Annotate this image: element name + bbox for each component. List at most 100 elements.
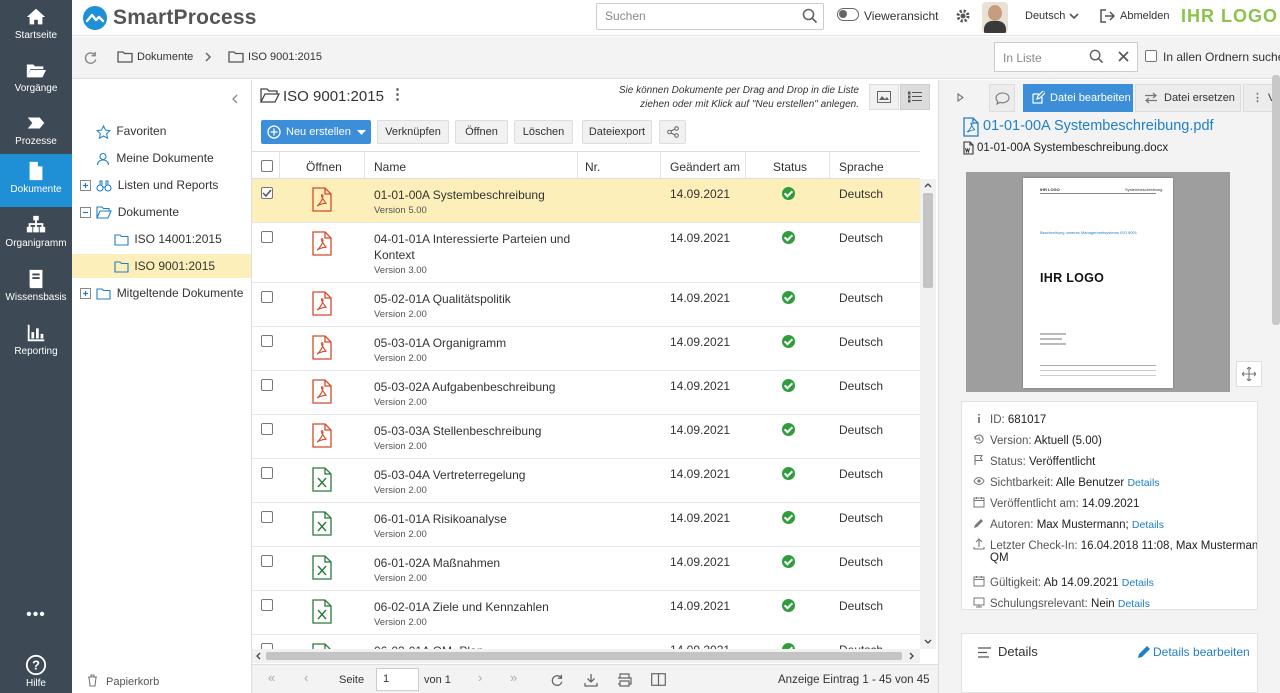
document-name[interactable]: 05-03-03A Stellenbeschreibung Version 2.0…	[374, 423, 574, 455]
list-filter-input[interactable]: In Liste	[994, 42, 1138, 72]
smartprocess-logo[interactable]: SmartProcess	[82, 4, 257, 32]
table-row[interactable]: 06-03-01A QM- Plan14.09.2021Deutsch	[252, 635, 920, 649]
row-checkbox[interactable]	[261, 187, 273, 199]
nav-hilfe[interactable]: ? Hilfe	[0, 650, 72, 693]
hscroll-thumb[interactable]	[266, 652, 902, 660]
refresh-icon[interactable]	[550, 673, 564, 687]
nav-dokumente[interactable]: Dokumente	[0, 154, 72, 207]
docx-file-link[interactable]: 01-01-00A Systembeschreibung.docx	[977, 142, 1168, 154]
list-horizontal-scrollbar[interactable]	[252, 649, 920, 663]
breadcrumb-current[interactable]: ISO 9001:2015	[248, 51, 322, 63]
logout-button[interactable]: Abmelden	[1120, 10, 1170, 22]
open-file-button[interactable]	[312, 379, 332, 407]
next-page-button[interactable]: ›	[478, 670, 482, 685]
share-button[interactable]	[659, 120, 686, 144]
global-search-input[interactable]: Suchen	[596, 3, 824, 30]
replace-file-button[interactable]: Datei ersetzen	[1135, 84, 1241, 112]
collapse-panel-icon[interactable]	[232, 94, 238, 104]
table-row[interactable]: 06-01-01A Risikoanalyse Version 2.00 14.09…	[252, 503, 920, 547]
pdf-file-link[interactable]: 01-01-00A Systembeschreibung.pdf	[983, 118, 1214, 134]
scroll-down-icon[interactable]	[924, 639, 932, 644]
document-name[interactable]: 05-02-01A Qualitätspolitik Version 2.00	[374, 291, 574, 323]
row-checkbox[interactable]	[261, 555, 273, 567]
open-button[interactable]: Öffnen	[455, 120, 508, 144]
move-preview-button[interactable]	[1236, 361, 1262, 387]
nav-organigramm[interactable]: Organigramm	[0, 208, 72, 261]
folder-menu-button[interactable]: ⋮	[390, 85, 405, 103]
document-name[interactable]: 05-03-04A Vertreterregelung Version 2.00	[374, 467, 574, 499]
search-icon[interactable]	[1089, 49, 1104, 64]
last-page-button[interactable]: »	[510, 670, 517, 685]
file-export-button[interactable]: Dateiexport	[582, 120, 652, 144]
tree-item-listen-und-reports[interactable]: Listen und Reports	[72, 173, 251, 197]
row-checkbox[interactable]	[261, 599, 273, 611]
metadata-details-link[interactable]: Details	[1122, 577, 1154, 589]
search-all-folders-checkbox[interactable]	[1145, 50, 1157, 62]
open-file-button[interactable]	[312, 599, 332, 627]
nav-reporting[interactable]: Reporting	[0, 316, 72, 369]
trash-link[interactable]: Papierkorb	[106, 676, 159, 688]
nav-prozesse[interactable]: Prozesse	[0, 106, 72, 159]
nav-wissensbasis[interactable]: Wissensbasis	[0, 262, 72, 315]
view-list-button[interactable]	[900, 84, 930, 110]
col-header-status[interactable]: Status	[773, 160, 807, 174]
search-icon[interactable]	[802, 8, 818, 24]
document-name[interactable]: 06-01-02A Maßnahmen Version 2.00	[374, 555, 574, 587]
table-row[interactable]: 05-03-03A Stellenbeschreibung Version 2.0…	[252, 415, 920, 459]
details-edit-link[interactable]: Details bearbeiten	[1153, 645, 1250, 659]
document-name[interactable]: 05-03-02A Aufgabenbeschreibung Version 2.…	[374, 379, 574, 411]
open-file-button[interactable]	[312, 335, 332, 363]
tree-item-iso-14001[interactable]: ISO 14001:2015	[72, 227, 251, 251]
first-page-button[interactable]: «	[268, 670, 275, 685]
new-document-button[interactable]: Neu erstellen	[261, 120, 371, 144]
document-name[interactable]: 06-02-01A Ziele und Kennzahlen Version 2.…	[374, 599, 574, 631]
table-row[interactable]: 05-03-01A Organigramm Version 2.00 14.09.2…	[252, 327, 920, 371]
open-file-button[interactable]	[312, 423, 332, 451]
tree-item-favoriten[interactable]: Favoriten	[72, 119, 251, 143]
language-select[interactable]: Deutsch	[1025, 10, 1065, 22]
more-menu-button[interactable]: •••	[0, 606, 72, 624]
table-row[interactable]: 05-02-01A Qualitätspolitik Version 2.00 14…	[252, 283, 920, 327]
row-checkbox[interactable]	[261, 291, 273, 303]
tree-item-meine-dokumente[interactable]: Meine Dokumente	[72, 146, 251, 170]
user-avatar[interactable]	[982, 2, 1008, 33]
metadata-details-link[interactable]: Details	[1127, 477, 1159, 489]
metadata-details-link[interactable]: Details	[1132, 519, 1164, 531]
open-file-button[interactable]	[312, 187, 332, 215]
clear-filter-icon[interactable]	[1118, 51, 1129, 62]
open-file-button[interactable]	[312, 467, 332, 495]
page-number-input[interactable]: 1	[376, 668, 419, 691]
table-row[interactable]: 05-03-04A Vertreterregelung Version 2.00 1…	[252, 459, 920, 503]
document-preview[interactable]: IHR LOGO Systembeschreibung Beschreibung…	[966, 172, 1230, 392]
nav-vorgaenge[interactable]: Vorgänge	[0, 53, 72, 106]
collapse-icon[interactable]	[80, 207, 91, 219]
table-row[interactable]: 01-01-00A Systembeschreibung Version 5.00…	[252, 179, 920, 223]
expand-panel-icon[interactable]	[957, 93, 964, 102]
comments-button[interactable]	[989, 84, 1015, 112]
row-checkbox[interactable]	[261, 335, 273, 347]
edit-file-button[interactable]: Datei bearbeiten	[1023, 84, 1133, 112]
expand-icon[interactable]	[80, 180, 91, 192]
open-file-button[interactable]	[312, 511, 332, 539]
row-checkbox[interactable]	[261, 379, 273, 391]
nav-startseite[interactable]: Startseite	[0, 0, 72, 53]
table-row[interactable]: 06-01-02A Maßnahmen Version 2.00 14.09.202…	[252, 547, 920, 591]
view-thumbnails-button[interactable]	[869, 84, 899, 110]
print-icon[interactable]	[617, 673, 632, 687]
col-header-name[interactable]: Name	[374, 160, 406, 174]
row-checkbox[interactable]	[261, 511, 273, 523]
columns-icon[interactable]	[651, 673, 666, 686]
link-button[interactable]: Verknüpfen	[377, 120, 449, 144]
metadata-details-link[interactable]: Details	[1118, 598, 1150, 609]
select-all-checkbox[interactable]	[261, 160, 273, 172]
tree-item-iso-9001[interactable]: ISO 9001:2015	[72, 254, 251, 278]
open-file-button[interactable]	[312, 231, 332, 259]
breadcrumb-root[interactable]: Dokumente	[137, 51, 193, 63]
table-row[interactable]: 04-01-01A Interessierte Parteien und Kont…	[252, 223, 920, 283]
scroll-left-icon[interactable]	[256, 652, 261, 660]
document-name[interactable]: 01-01-00A Systembeschreibung Version 5.00	[374, 187, 574, 219]
col-header-changed[interactable]: Geändert am	[670, 160, 740, 174]
refresh-icon[interactable]	[83, 50, 98, 65]
viewer-toggle[interactable]	[837, 8, 859, 21]
scroll-right-icon[interactable]	[909, 652, 914, 660]
